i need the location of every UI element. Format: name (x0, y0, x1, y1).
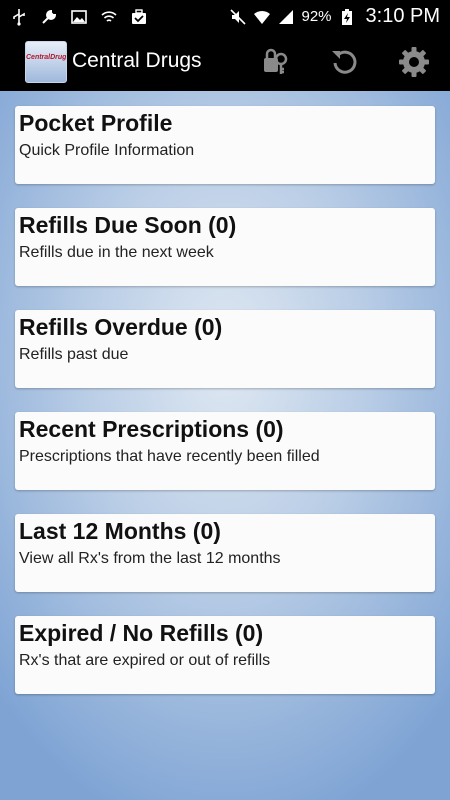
menu-item-subtitle: Refills due in the next week (19, 244, 214, 261)
menu-item-title: Refills Due Soon (0) (19, 212, 237, 238)
menu-item-title: Recent Prescriptions (0) (19, 416, 284, 442)
refresh-icon (332, 50, 357, 74)
wrench-icon (42, 9, 57, 24)
status-bar: 92% 3:10 PM (0, 0, 450, 33)
lock-key-icon (264, 48, 288, 74)
menu-item-title: Expired / No Refills (0) (19, 620, 264, 646)
app-logo[interactable]: CentralDrugs (25, 41, 67, 83)
mute-icon (230, 8, 247, 25)
menu-item-subtitle: View all Rx's from the last 12 months (19, 550, 281, 567)
gear-icon (399, 47, 429, 77)
menu-item-subtitle: Rx's that are expired or out of refills (19, 652, 271, 669)
battery-charging-icon (341, 8, 352, 25)
menu-item-refills-overdue[interactable]: Refills Overdue (0) Refills past due (15, 310, 435, 388)
login-key-button[interactable] (258, 45, 292, 79)
menu-list: Pocket Profile Quick Profile Information… (15, 106, 435, 718)
menu-item-pocket-profile[interactable]: Pocket Profile Quick Profile Information (15, 106, 435, 184)
menu-item-last-12-months[interactable]: Last 12 Months (0) View all Rx's from th… (15, 514, 435, 592)
wifi-icon (254, 10, 271, 24)
refresh-button[interactable] (328, 45, 362, 79)
system-status-icons: 92% 3:10 PM (229, 0, 440, 33)
settings-button[interactable] (397, 45, 431, 79)
image-icon (71, 9, 87, 24)
cell-signal-icon (279, 9, 294, 24)
briefcase-check-icon (132, 8, 146, 24)
app-title: Central Drugs (72, 49, 202, 72)
menu-item-subtitle: Refills past due (19, 346, 129, 363)
menu-item-title: Pocket Profile (19, 110, 173, 136)
usb-icon (13, 8, 25, 26)
notification-icons (10, 0, 148, 33)
battery-percentage: 92% (301, 8, 332, 25)
menu-item-recent-prescriptions[interactable]: Recent Prescriptions (0) Prescriptions t… (15, 412, 435, 490)
wifi-signal-icon (101, 10, 117, 22)
menu-item-subtitle: Quick Profile Information (19, 142, 195, 159)
logo-text: CentralDrugs (26, 54, 67, 61)
menu-item-title: Last 12 Months (0) (19, 518, 221, 544)
menu-item-title: Refills Overdue (0) (19, 314, 223, 340)
action-bar: CentralDrugs Central Drugs (0, 33, 450, 91)
menu-item-refills-due-soon[interactable]: Refills Due Soon (0) Refills due in the … (15, 208, 435, 286)
menu-item-expired-no-refills[interactable]: Expired / No Refills (0) Rx's that are e… (15, 616, 435, 694)
menu-item-subtitle: Prescriptions that have recently been fi… (19, 448, 320, 465)
clock: 3:10 PM (365, 5, 440, 27)
